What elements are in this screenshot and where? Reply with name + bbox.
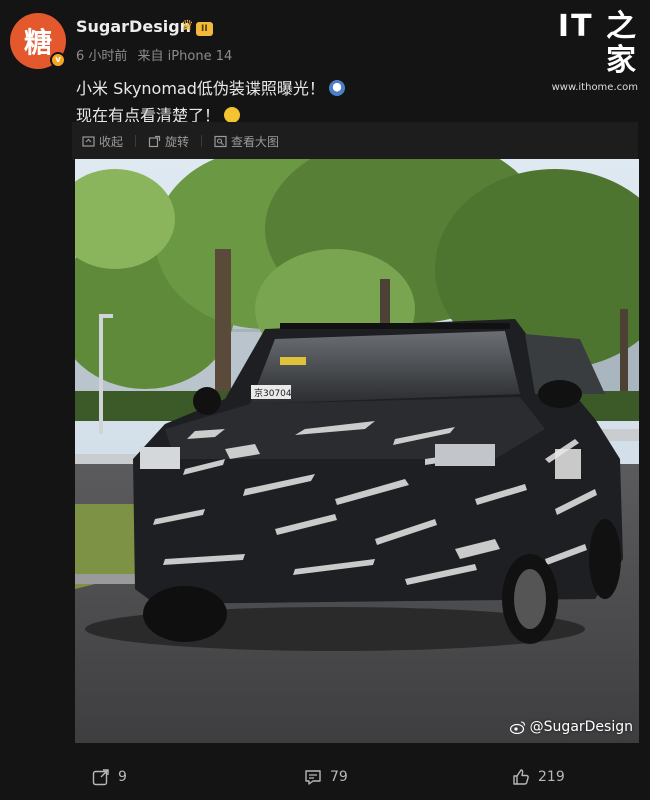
post-photo[interactable]: 京30704 @SugarDesign — [75, 159, 639, 743]
like-button[interactable]: 219 — [512, 768, 565, 786]
avatar-glyph: 糖 — [23, 26, 52, 59]
ithome-watermark: IT 之家 www.ithome.com — [548, 9, 638, 94]
verified-icon: v — [50, 52, 66, 68]
username[interactable]: SugarDesign — [76, 17, 191, 36]
rotate-button[interactable]: 旋转 — [142, 133, 195, 150]
weibo-post: 糖 v SugarDesign ♛ II 6 小时前 来自 iPhone 14 … — [0, 0, 650, 800]
repost-icon — [92, 769, 109, 786]
watermark-text: @SugarDesign — [529, 719, 633, 735]
photo-watermark: @SugarDesign — [509, 719, 633, 735]
image-toolbar: 收起 旋转 查看大图 — [72, 122, 638, 160]
ithome-logo: IT 之家 — [557, 9, 638, 78]
post-meta: 6 小时前 来自 iPhone 14 — [76, 45, 238, 64]
post-text-line-1: 小米 Skynomad低伪装谍照曝光！ — [76, 75, 345, 99]
toolbar-divider — [201, 135, 203, 147]
collapse-button[interactable]: 收起 — [76, 133, 129, 150]
view-large-icon — [214, 135, 227, 147]
thumbs-up-icon — [513, 769, 529, 785]
grimace-emoji-icon — [224, 107, 241, 123]
collapse-label: 收起 — [99, 134, 124, 149]
ithome-url: www.ithome.com — [551, 82, 638, 93]
view-large-button[interactable]: 查看大图 — [208, 133, 285, 150]
view-large-label: 查看大图 — [231, 134, 280, 149]
weibo-logo-icon — [509, 721, 525, 734]
collapse-icon — [82, 135, 95, 147]
toolbar-divider — [135, 135, 137, 147]
comment-count: 79 — [330, 769, 348, 785]
post-time: 6 小时前 — [76, 49, 128, 64]
repost-button[interactable]: 9 — [92, 768, 127, 786]
action-bar: 9 79 219 — [0, 762, 650, 792]
post-text-1: 小米 Skynomad低伪装谍照曝光！ — [76, 79, 325, 98]
level-badge: II — [196, 22, 213, 36]
crown-icon: ♛ — [181, 18, 194, 34]
rotate-label: 旋转 — [165, 134, 190, 149]
car-spy-photo: 京30704 — [75, 159, 639, 743]
comment-button[interactable]: 79 — [304, 768, 348, 786]
repost-count: 9 — [118, 769, 127, 785]
plate-text: 京30704 — [254, 387, 292, 399]
post-source: 来自 iPhone 14 — [137, 49, 233, 64]
comment-icon — [305, 770, 321, 785]
rotate-icon — [148, 135, 161, 147]
shocked-emoji-icon — [328, 80, 345, 96]
like-count: 219 — [538, 769, 565, 785]
